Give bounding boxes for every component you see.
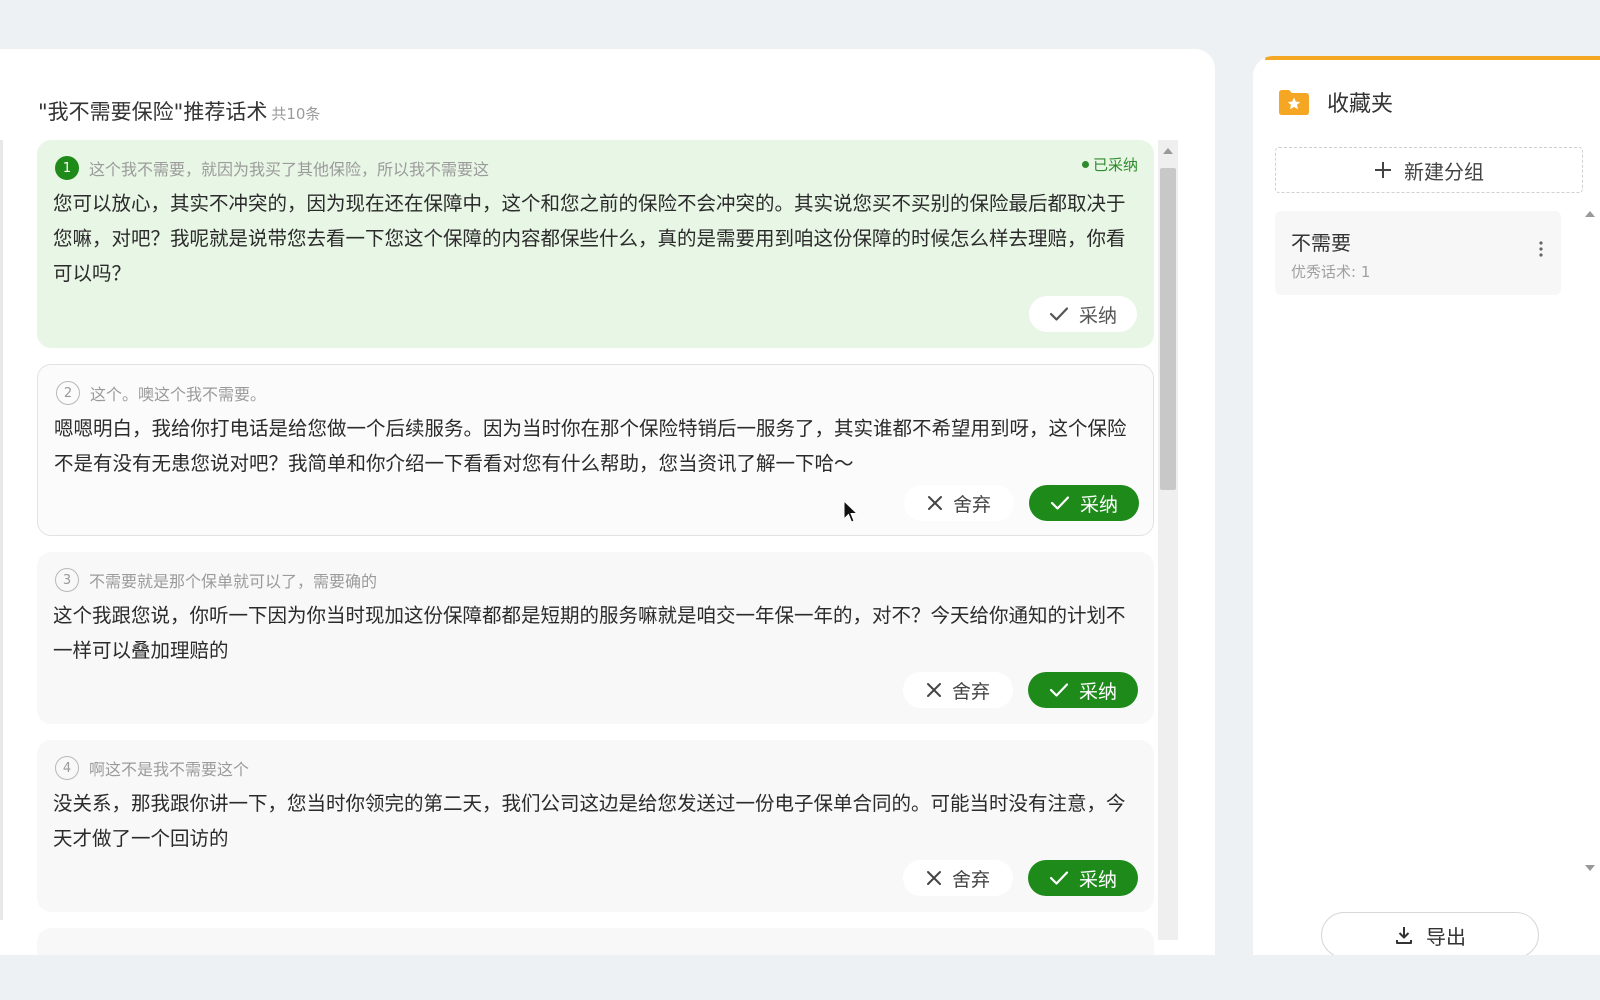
export-label: 导出 (1426, 924, 1466, 949)
adopt-button[interactable]: 采纳 (1028, 860, 1138, 896)
script-card-partial (37, 928, 1154, 955)
scroll-thumb[interactable] (1160, 168, 1176, 490)
plus-icon (1374, 161, 1392, 179)
page-title: "我不需要保险"推荐话术 共10条 (38, 96, 320, 126)
question-text: 这个我不需要，就因为我买了其他保险，所以我不需要这 (89, 160, 490, 179)
total-count: 共10条 (271, 105, 321, 123)
group-name: 不需要 (1291, 231, 1351, 255)
script-card: 3 不需要就是那个保单就可以了，需要确的 这个我跟您说，你听一下因为你当时现加这… (37, 552, 1154, 724)
adopt-button[interactable]: 采纳 (1029, 485, 1139, 521)
close-icon (927, 495, 943, 511)
discard-label: 舍弃 (951, 868, 990, 891)
favorites-header: 收藏夹 (1277, 86, 1393, 118)
close-icon (926, 682, 942, 698)
group-count: 优秀话术: 1 (1291, 263, 1371, 281)
favorites-panel: 收藏夹 新建分组 不需要 优秀话术: 1 导出 (1253, 56, 1600, 955)
discard-label: 舍弃 (952, 493, 991, 516)
script-card: 2 这个。噢这个我不需要。 嗯嗯明白，我给你打电话是给您做一个后续服务。因为当时… (37, 364, 1154, 536)
discard-button[interactable]: 舍弃 (904, 485, 1014, 521)
question-text: 啊这不是我不需要这个 (89, 760, 250, 779)
question-row: 3 不需要就是那个保单就可以了，需要确的 (55, 568, 377, 592)
question-row: 2 这个。噢这个我不需要。 (56, 381, 266, 405)
check-icon (1049, 306, 1069, 322)
left-divider (0, 140, 3, 920)
answer-text: 您可以放心，其实不冲突的，因为现在还在保障中，这个和您之前的保险不会冲突的。其实… (53, 192, 1126, 285)
script-card: 1 这个我不需要，就因为我买了其他保险，所以我不需要这 已采纳 您可以放心，其实… (37, 140, 1154, 348)
question-row: 1 这个我不需要，就因为我买了其他保险，所以我不需要这 (55, 156, 489, 180)
answer-text: 嗯嗯明白，我给你打电话是给您做一个后续服务。因为当时你在那个保险特销后一服务了，… (54, 417, 1127, 475)
scroll-up-arrow-icon[interactable] (1163, 148, 1173, 154)
new-group-label: 新建分组 (1404, 159, 1484, 184)
adopt-button[interactable]: 采纳 (1029, 296, 1137, 332)
folder-star-icon (1277, 87, 1311, 117)
check-icon (1050, 495, 1070, 511)
discard-button[interactable]: 舍弃 (903, 860, 1013, 896)
card-index: 1 (55, 156, 79, 180)
more-vertical-icon[interactable] (1539, 241, 1543, 257)
script-list: 1 这个我不需要，就因为我买了其他保险，所以我不需要这 已采纳 您可以放心，其实… (0, 140, 1180, 955)
status-dot-icon (1081, 161, 1089, 168)
scroll-down-arrow-icon[interactable] (1585, 865, 1595, 871)
favorites-title: 收藏夹 (1327, 92, 1394, 117)
new-group-button[interactable]: 新建分组 (1275, 147, 1583, 193)
side-accent-bar (1265, 56, 1600, 60)
close-icon (926, 870, 942, 886)
question-text: 这个。噢这个我不需要。 (90, 385, 267, 404)
status-badge: 已采纳 (1081, 154, 1138, 175)
question-row: 4 啊这不是我不需要这个 (55, 756, 249, 780)
answer-text: 这个我跟您说，你听一下因为你当时现加这份保障都都是短期的服务嘛就是咱交一年保一年… (53, 604, 1126, 662)
discard-label: 舍弃 (951, 680, 990, 703)
question-text: 不需要就是那个保单就可以了，需要确的 (89, 572, 378, 591)
adopt-label: 采纳 (1078, 304, 1117, 327)
adopt-label: 采纳 (1079, 493, 1118, 516)
discard-button[interactable]: 舍弃 (903, 672, 1013, 708)
side-scrollbar[interactable] (1585, 211, 1595, 871)
adopt-label: 采纳 (1078, 680, 1117, 703)
status-text: 已采纳 (1092, 156, 1138, 174)
check-icon (1049, 870, 1069, 886)
mouse-cursor-icon (843, 499, 859, 528)
card-index: 3 (55, 568, 79, 592)
list-scrollbar[interactable] (1158, 140, 1178, 940)
answer-text: 没关系，那我跟你讲一下，您当时你领完的第二天，我们公司这边是给您发送过一份电子保… (53, 792, 1126, 850)
page-title-text: "我不需要保险"推荐话术 (38, 100, 268, 124)
scroll-up-arrow-icon[interactable] (1585, 211, 1595, 217)
script-card: 4 啊这不是我不需要这个 没关系，那我跟你讲一下，您当时你领完的第二天，我们公司… (37, 740, 1154, 912)
adopt-button[interactable]: 采纳 (1028, 672, 1138, 708)
adopt-label: 采纳 (1078, 868, 1117, 891)
download-icon (1394, 925, 1414, 945)
check-icon (1049, 682, 1069, 698)
export-button[interactable]: 导出 (1321, 912, 1539, 955)
group-item[interactable]: 不需要 优秀话术: 1 (1275, 211, 1561, 295)
card-index: 4 (55, 756, 79, 780)
card-index: 2 (56, 381, 80, 405)
